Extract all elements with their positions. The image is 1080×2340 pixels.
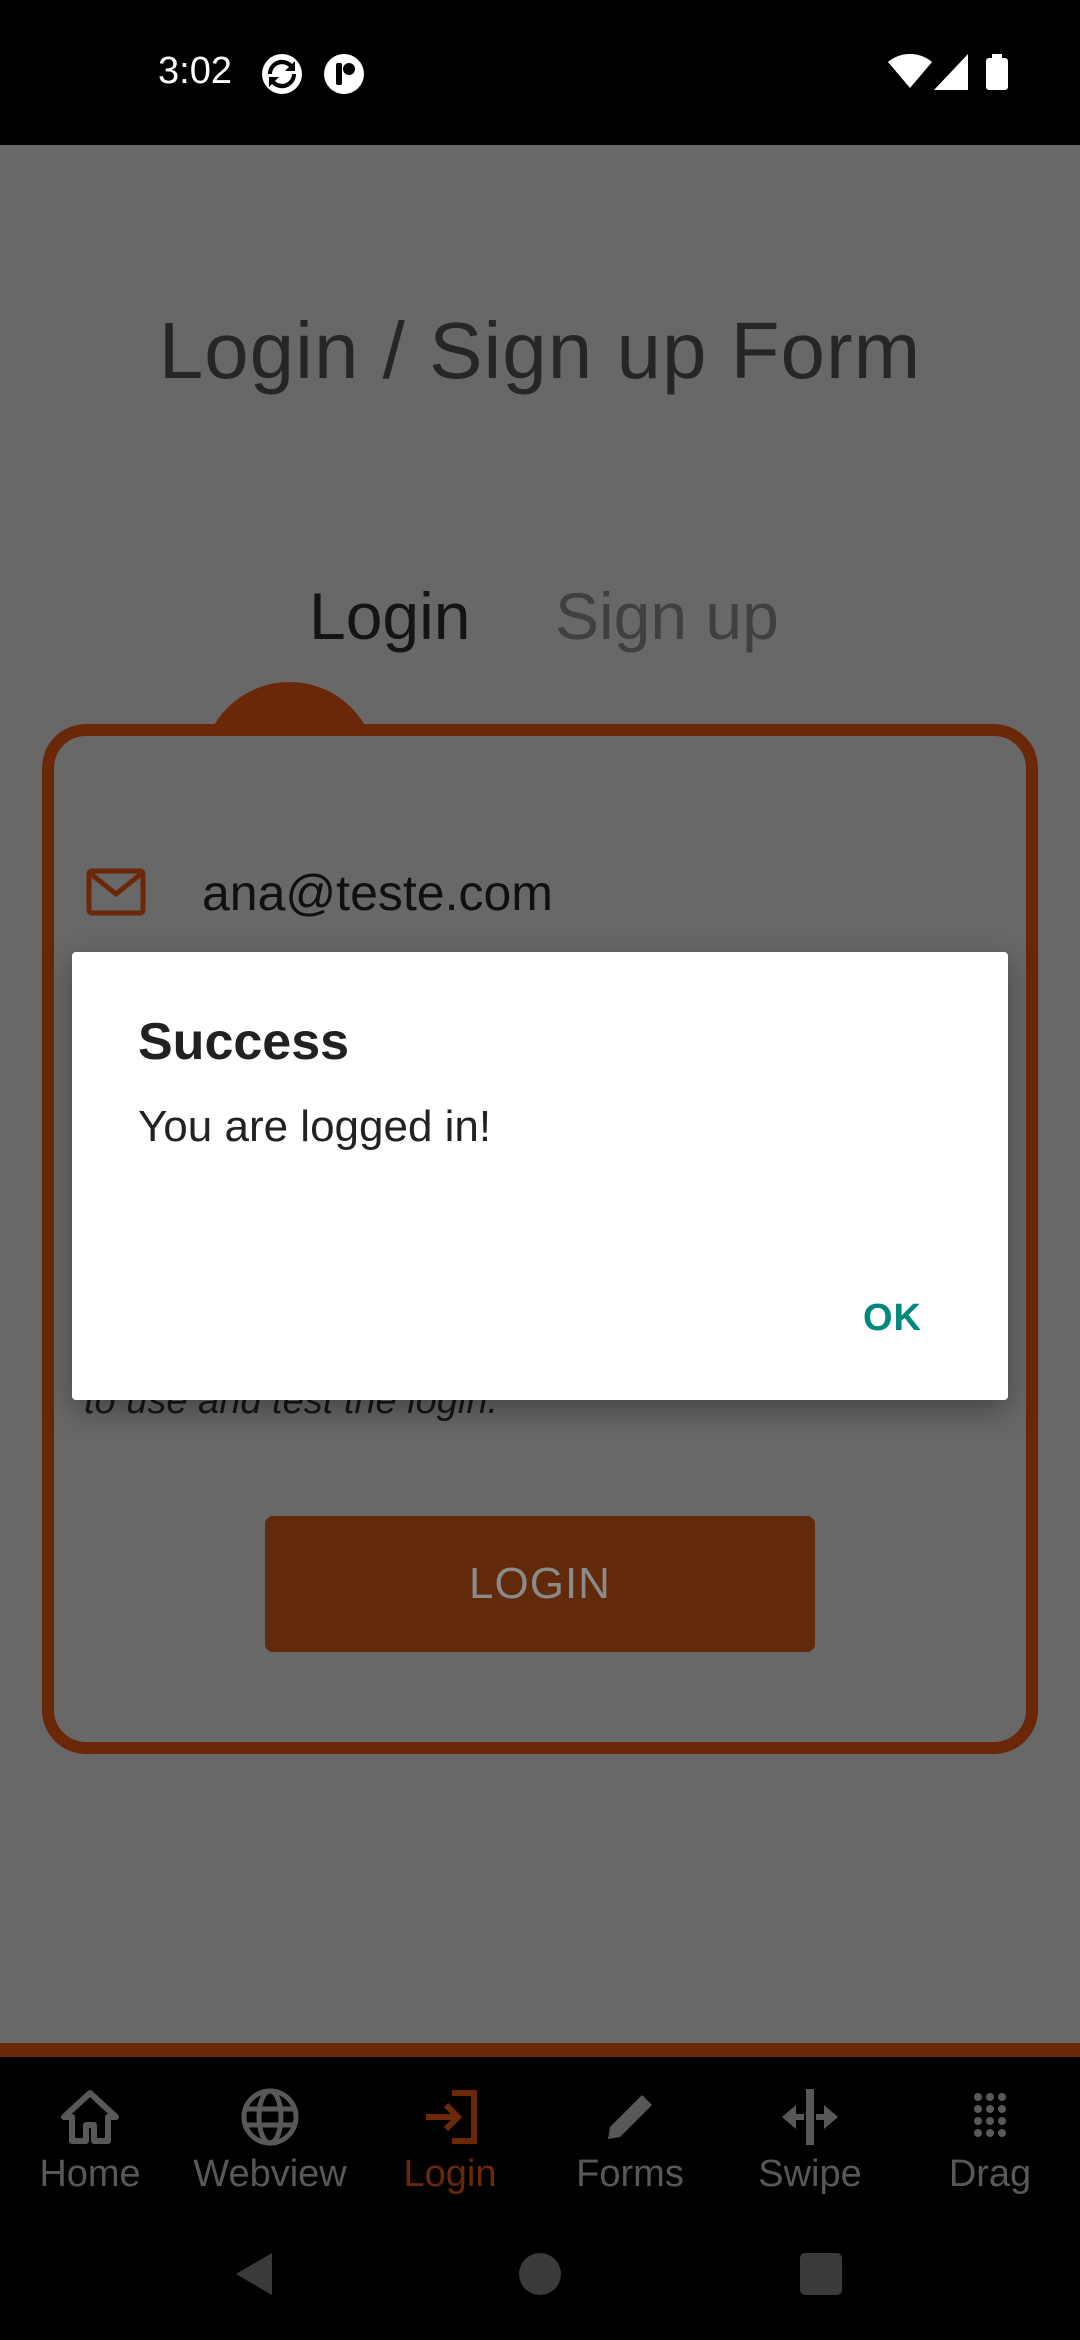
login-button[interactable]: LOGIN [265,1516,815,1652]
swipe-icon [782,2089,838,2145]
home-icon [61,2090,119,2144]
nav-label-drag: Drag [948,2153,1032,2195]
email-value: ana@teste.com [202,865,553,921]
nav-label-home: Home [39,2153,141,2195]
recents-button[interactable] [800,2253,842,2295]
nav-label-login: Login [403,2153,497,2195]
nav-item-drag[interactable]: Drag [900,2085,1080,2196]
globe-icon [241,2088,299,2146]
dialog-title: Success [138,1013,350,1071]
nav-label-swipe: Swipe [758,2153,862,2195]
grid-icon [974,2093,1006,2137]
signal-icon [934,54,968,90]
login-icon [426,2090,477,2144]
nav-item-login[interactable]: Login [360,2085,540,2196]
status-time: 3:02 [158,50,232,92]
sync-app-icon [262,54,302,94]
tab-login[interactable]: Login [309,578,471,654]
status-bar: 3:02 [0,0,1080,145]
bottom-nav: Home Webview Login Forms Swipe Drag [0,2043,1080,2340]
tab-signup[interactable]: Sign up [555,578,779,654]
wifi-icon [888,54,932,88]
nav-item-swipe[interactable]: Swipe [720,2085,900,2196]
mail-icon [86,868,146,916]
nav-label-webview: Webview [193,2153,347,2195]
nav-item-forms[interactable]: Forms [540,2085,720,2196]
back-icon[interactable] [232,2251,276,2297]
battery-icon [986,54,1008,90]
success-dialog: Success You are logged in! OK [72,952,1008,1400]
app-notification-icon [324,54,364,94]
nav-item-home[interactable]: Home [0,2085,180,2196]
home-button[interactable] [519,2253,561,2295]
ok-button[interactable]: OK [863,1297,922,1340]
dialog-message: You are logged in! [138,1102,492,1151]
pencil-icon [608,2095,652,2139]
page-title: Login / Sign up Form [158,306,922,395]
nav-label-forms: Forms [576,2153,684,2195]
nav-item-webview[interactable]: Webview [180,2085,360,2196]
